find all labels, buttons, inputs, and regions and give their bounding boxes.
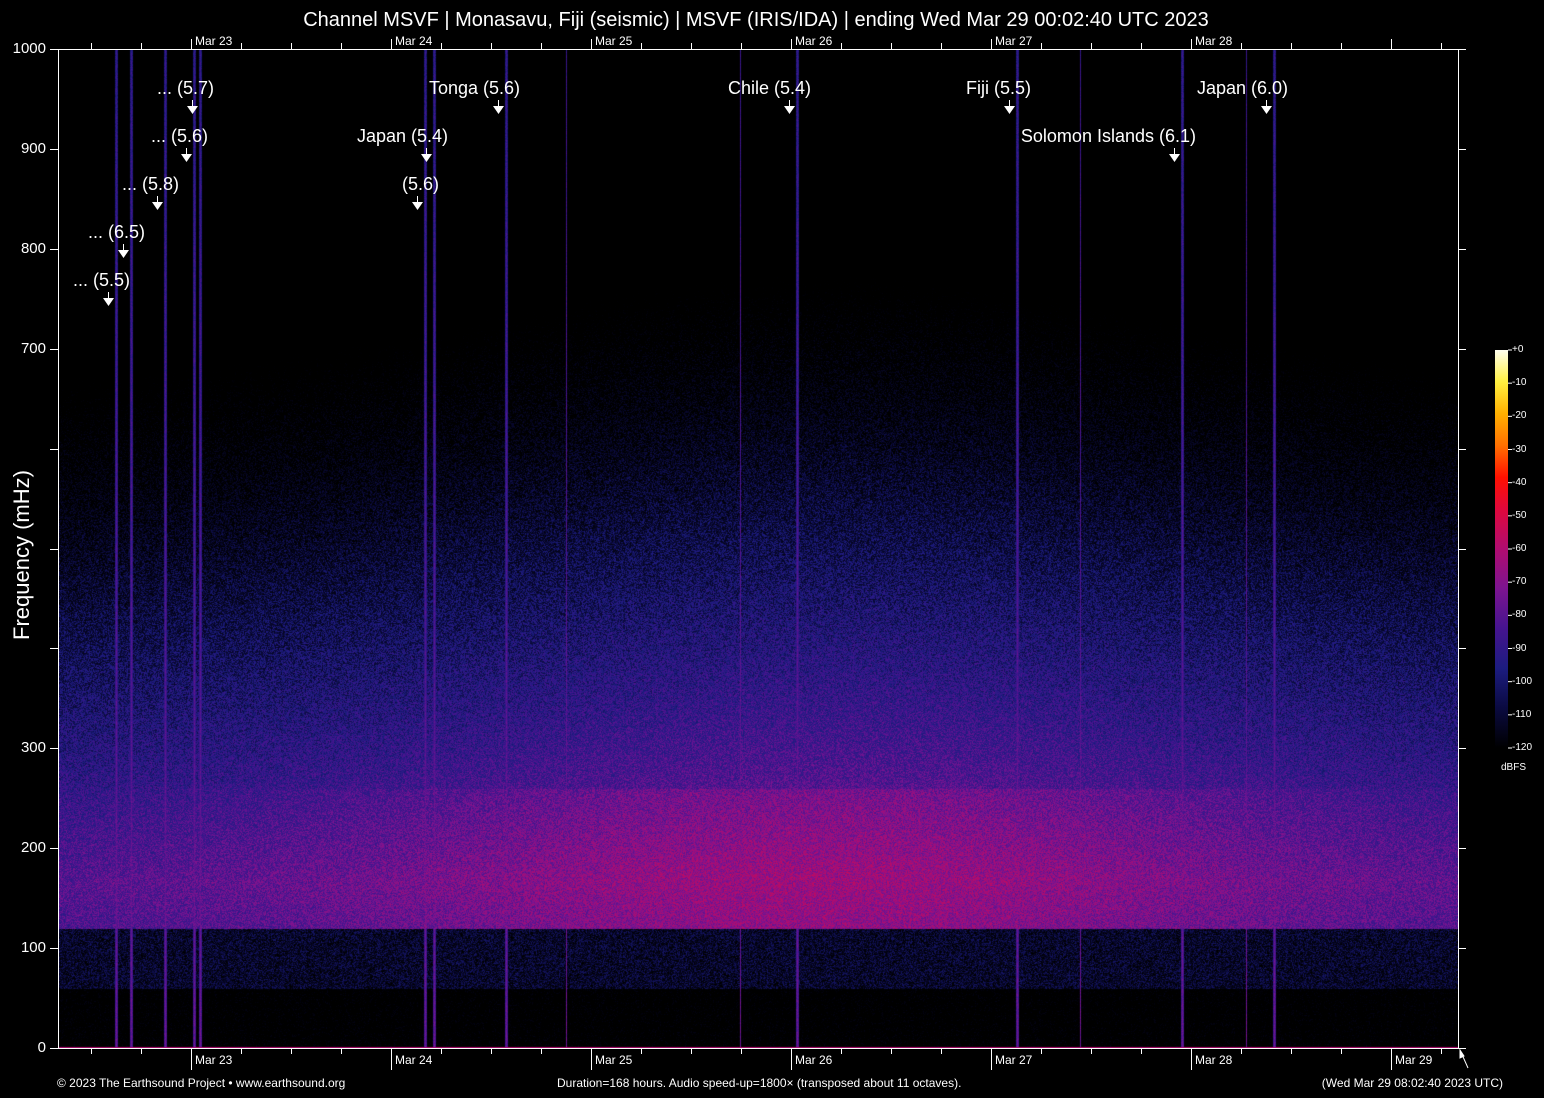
x-tick-label-bottom: Mar 23 [195,1053,232,1067]
colorbar-label: -60 [1512,543,1526,554]
colorbar-label: -30 [1512,444,1526,455]
y-tick-label: 700 [0,340,46,357]
end-marker-icon [1460,1050,1468,1068]
colorbar-label: -20 [1512,410,1526,421]
x-tick-label-bottom: Mar 25 [595,1053,632,1067]
x-tick-label-bottom: Mar 26 [795,1053,832,1067]
duration-info: Duration=168 hours. Audio speed-up=1800×… [557,1076,961,1090]
x-tick-label-bottom: Mar 28 [1195,1053,1232,1067]
y-tick-label: 800 [0,240,46,257]
event-arrow-icon [412,202,423,210]
colorbar-label: -80 [1512,609,1526,620]
event-arrow-icon [118,250,129,258]
colorbar-label: -120 [1512,742,1532,753]
x-tick-label-top: Mar 23 [195,34,232,48]
colorbar-label: +0 [1512,344,1523,355]
event-label: ... (5.6) [151,126,208,147]
colorbar-label: -100 [1512,676,1532,687]
x-tick-label-top: Mar 26 [795,34,832,48]
event-label: (5.6) [402,174,439,195]
y-tick-label: 900 [0,140,46,157]
event-arrow-icon [493,106,504,114]
event-label: ... (6.5) [88,222,145,243]
event-arrow-icon [152,202,163,210]
x-tick-label-top: Mar 25 [595,34,632,48]
event-arrow-icon [103,298,114,306]
colorbar-label: -50 [1512,510,1526,521]
event-arrow-icon [181,154,192,162]
event-label: Tonga (5.6) [429,78,520,99]
colorbar [1495,350,1508,748]
x-tick-label-top: Mar 27 [995,34,1032,48]
event-label: Japan (5.4) [357,126,448,147]
x-tick-label-bottom: Mar 27 [995,1053,1032,1067]
x-tick-label-top: Mar 24 [395,34,432,48]
colorbar-label: -90 [1512,643,1526,654]
event-arrow-icon [784,106,795,114]
event-label: Chile (5.4) [728,78,811,99]
event-label: ... (5.8) [122,174,179,195]
axes [0,0,1544,1098]
colorbar-label: -40 [1512,477,1526,488]
y-tick-label: 1000 [0,40,46,57]
x-tick-label-top: Mar 28 [1195,34,1232,48]
y-tick-label: 200 [0,839,46,856]
event-label: ... (5.5) [73,270,130,291]
render-timestamp: (Wed Mar 29 08:02:40 2023 UTC) [1322,1076,1503,1090]
event-arrow-icon [1004,106,1015,114]
y-tick-label: 300 [0,739,46,756]
colorbar-label: -10 [1512,377,1526,388]
y-tick-label: 0 [0,1039,46,1056]
event-label: Solomon Islands (6.1) [1021,126,1196,147]
colorbar-label: -70 [1512,576,1526,587]
y-tick-label: 100 [0,939,46,956]
x-tick-label-bottom: Mar 24 [395,1053,432,1067]
colorbar-label: -110 [1512,709,1531,720]
copyright: © 2023 The Earthsound Project • www.eart… [57,1076,345,1090]
event-arrow-icon [421,154,432,162]
event-label: Fiji (5.5) [966,78,1031,99]
event-arrow-icon [1261,106,1272,114]
colorbar-unit: dBFS [1501,762,1526,773]
event-arrow-icon [1169,154,1180,162]
x-tick-label-bottom: Mar 29 [1395,1053,1432,1067]
event-label: ... (5.7) [157,78,214,99]
event-label: Japan (6.0) [1197,78,1288,99]
event-arrow-icon [187,106,198,114]
